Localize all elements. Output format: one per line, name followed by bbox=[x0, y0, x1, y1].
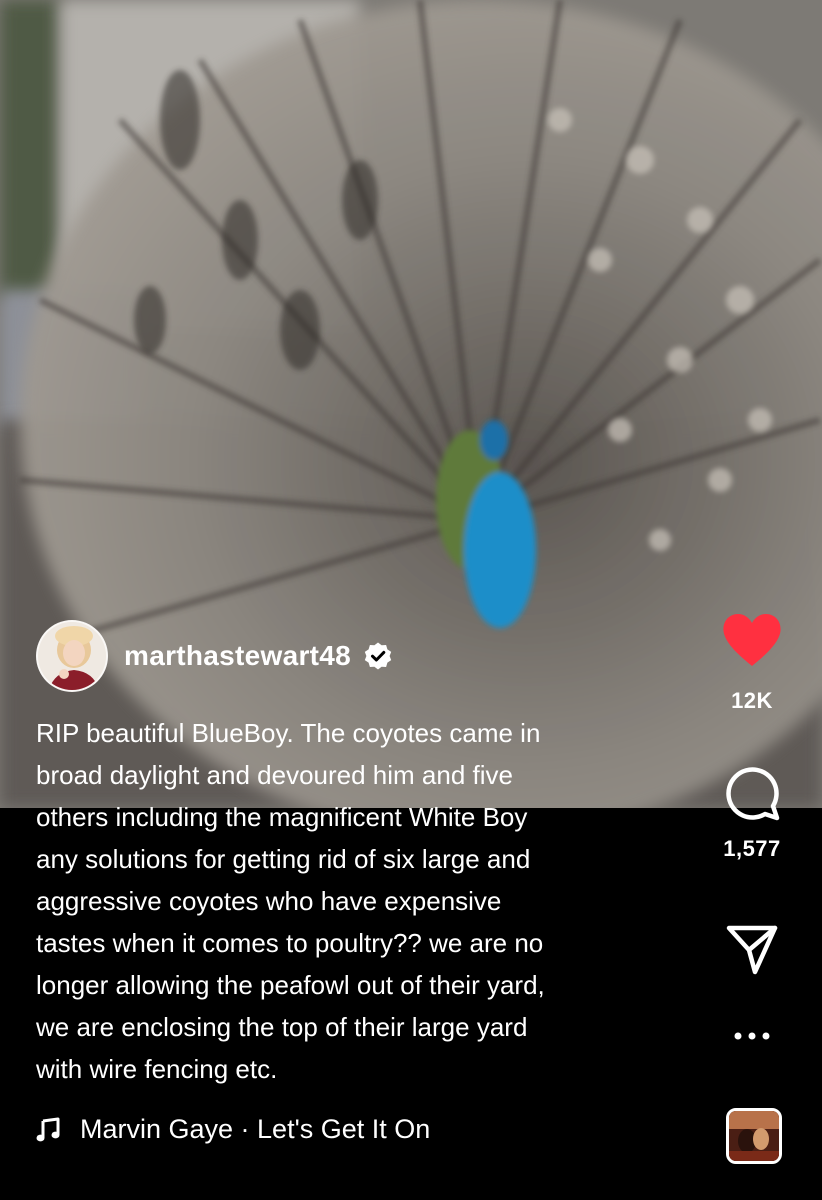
action-bar: 12K 1,577 bbox=[682, 0, 822, 1200]
more-dots-icon[interactable] bbox=[732, 1030, 772, 1042]
avatar[interactable] bbox=[36, 620, 108, 692]
album-art-image bbox=[729, 1111, 779, 1161]
comment-count[interactable]: 1,577 bbox=[723, 836, 781, 862]
heart-icon[interactable] bbox=[721, 612, 783, 668]
more-action bbox=[682, 1030, 822, 1042]
paper-plane-icon[interactable] bbox=[725, 922, 779, 976]
like-action: 12K bbox=[682, 612, 822, 714]
verified-badge-icon bbox=[364, 642, 392, 670]
comment-action: 1,577 bbox=[682, 764, 822, 862]
post-caption[interactable]: RIP beautiful BlueBoy. The coyotes came … bbox=[36, 712, 676, 1090]
reels-screen: marthastewart48 RIP beautiful BlueBoy. T… bbox=[0, 0, 822, 1200]
music-note-icon bbox=[36, 1117, 60, 1141]
audio-album-thumbnail[interactable] bbox=[726, 1108, 782, 1164]
post-author-row: marthastewart48 bbox=[36, 620, 393, 692]
share-action bbox=[682, 922, 822, 976]
username[interactable]: marthastewart48 bbox=[124, 640, 351, 672]
audio-track-label: Marvin Gaye · Let's Get It On bbox=[80, 1114, 431, 1144]
like-count[interactable]: 12K bbox=[731, 688, 773, 714]
audio-attribution[interactable]: Marvin Gaye · Let's Get It On bbox=[36, 1114, 430, 1145]
avatar-portrait bbox=[38, 622, 106, 690]
comment-icon[interactable] bbox=[723, 764, 781, 822]
